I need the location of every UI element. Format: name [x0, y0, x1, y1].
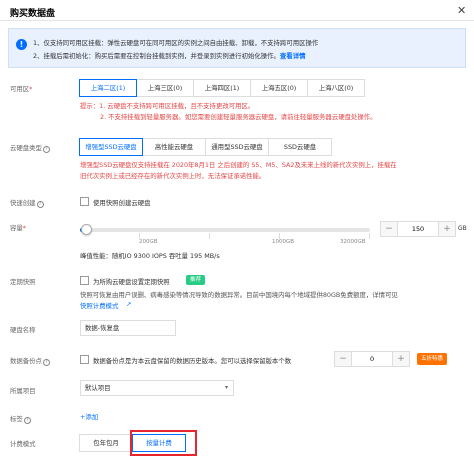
slider-tick-label-32000gb: 32000GB: [340, 239, 366, 245]
zone-option-shanghai-3[interactable]: 上海三区(0): [136, 79, 194, 97]
help-icon[interactable]: ?: [23, 417, 31, 424]
zone-option-shanghai-2[interactable]: 上海二区(1): [79, 79, 137, 97]
backup-count-input[interactable]: 0: [351, 352, 393, 366]
capacity-decrement-button[interactable]: −: [381, 222, 397, 236]
disk-type-selector: 增强型SSD云硬盘 高性能云硬盘 通用型SSD云硬盘 SSD云硬盘: [79, 138, 332, 156]
disk-type-warning-1: 增强型SSD云硬盘仅支持挂载在 2020年8月1日 之后创建的 S5、M5、SA…: [80, 161, 397, 169]
help-icon[interactable]: ?: [42, 146, 50, 153]
add-tag-button[interactable]: +添加: [80, 412, 98, 421]
info-notice: ! 1、仅支持同可用区挂载：弹性云硬盘可在同可用区的实例之间自由挂载、卸载，不支…: [8, 28, 466, 68]
capacity-increment-button[interactable]: +: [439, 222, 455, 236]
dialog-title: 购买数据盘: [10, 9, 56, 19]
recommended-badge: 推荐: [186, 275, 206, 285]
disk-type-premium[interactable]: 高性能云硬盘: [142, 138, 206, 156]
scheduled-snapshot-label: 定期快照: [10, 278, 36, 286]
backup-checkbox-label: 数据备份点是为本云盘保留的数据历史版本。您可以选择保留版本个数: [93, 357, 292, 365]
close-icon[interactable]: ✕: [457, 4, 466, 17]
backup-increment-button[interactable]: +: [393, 352, 409, 366]
external-link-icon[interactable]: ↗: [126, 300, 131, 308]
disk-type-label: 云硬盘类型?: [10, 143, 50, 153]
slider-tick-label-1000gb: 1000GB: [272, 239, 295, 245]
snapshot-billing-link[interactable]: 快照计费模式: [80, 301, 118, 310]
slider-tick: [369, 233, 370, 239]
backup-checkbox[interactable]: [80, 355, 89, 364]
notice-line-2: 2、挂载后需初始化：购买后需要在控制台挂载到实例，并登录到实例进行初始化操作。查…: [33, 52, 306, 60]
backup-label: 数据备份点?: [10, 356, 50, 366]
slider-tick-label-200gb: 200GB: [139, 239, 158, 245]
title-divider: [0, 20, 474, 21]
zone-option-shanghai-4[interactable]: 上海四区(1): [193, 79, 251, 97]
billing-mode-selector: 包年包月 按量计费: [79, 434, 186, 452]
scheduled-snapshot-checkbox[interactable]: [80, 276, 89, 285]
project-select-value: 默认项目: [85, 384, 111, 392]
help-icon[interactable]: ?: [42, 359, 50, 366]
capacity-slider-track[interactable]: [80, 228, 370, 232]
billing-option-pay-as-you-go[interactable]: 按量计费: [132, 434, 186, 452]
backup-stepper: − 0 +: [334, 351, 410, 367]
capacity-unit: GB: [458, 225, 467, 232]
scheduled-snapshot-checkbox-label: 为所购云硬盘设置定期快照: [93, 278, 170, 286]
project-label: 所属项目: [10, 387, 36, 395]
disk-type-ssd[interactable]: SSD云硬盘: [268, 138, 332, 156]
disk-type-general-ssd[interactable]: 通用型SSD云硬盘: [205, 138, 269, 156]
snapshot-checkbox[interactable]: [80, 197, 89, 206]
chevron-down-icon: ▾: [224, 384, 228, 391]
zone-warning-2: 2. 不支持挂载到轻量服务器。如您需要创建轻量服务器云硬盘，请前往轻量服务器云硬…: [100, 113, 377, 121]
billing-label: 计费模式: [10, 440, 36, 448]
capacity-slider-handle[interactable]: [81, 224, 92, 235]
snapshot-checkbox-label: 使用快照创建云硬盘: [93, 199, 151, 207]
zone-option-shanghai-8[interactable]: 上海八区(0): [307, 79, 365, 97]
backup-decrement-button[interactable]: −: [335, 352, 351, 366]
disk-name-input[interactable]: 数据-恢复盘: [80, 320, 176, 336]
tags-label: 标签?: [10, 414, 31, 424]
capacity-label: 容量*: [10, 224, 26, 232]
billing-option-monthly[interactable]: 包年包月: [79, 434, 133, 452]
notice-line-1: 1、仅支持同可用区挂载：弹性云硬盘可在同可用区的实例之间自由挂载、卸载，不支持跨…: [33, 39, 319, 47]
zone-warning-1: 提示：1. 云硬盘不支持跨可用区挂载，且不支持更改可用区。: [80, 102, 255, 110]
help-icon[interactable]: ?: [36, 201, 44, 208]
scheduled-snapshot-description: 快照可恢复由用户误删、病毒感染等情况导致的数据异常。目前中国境内每个地域提供80…: [80, 291, 398, 299]
info-icon: !: [16, 39, 27, 50]
notice-detail-link[interactable]: 查看详情: [280, 52, 306, 60]
capacity-input[interactable]: 150: [397, 222, 439, 236]
project-select[interactable]: 默认项目 ▾: [80, 380, 234, 396]
capacity-stepper: − 150 +: [380, 221, 456, 237]
capacity-performance: 峰值性能：随机IO 9300 IOPS 吞吐量 195 MB/s: [80, 252, 220, 260]
snapshot-label: 快速创建?: [10, 198, 44, 208]
disk-name-label: 硬盘名称: [10, 326, 36, 334]
discount-badge: 五折特惠: [417, 353, 448, 365]
slider-tick: [209, 233, 210, 239]
zone-option-shanghai-5[interactable]: 上海五区(0): [250, 79, 308, 97]
disk-type-warning-2: 旧代次实例上或已经存在的新代次实例上时，无法保证承诺性能。: [80, 172, 266, 180]
disk-type-enhanced-ssd[interactable]: 增强型SSD云硬盘: [79, 138, 143, 156]
zone-label: 可用区*: [10, 85, 33, 93]
zone-selector: 上海二区(1) 上海三区(0) 上海四区(1) 上海五区(0) 上海八区(0): [79, 79, 365, 97]
